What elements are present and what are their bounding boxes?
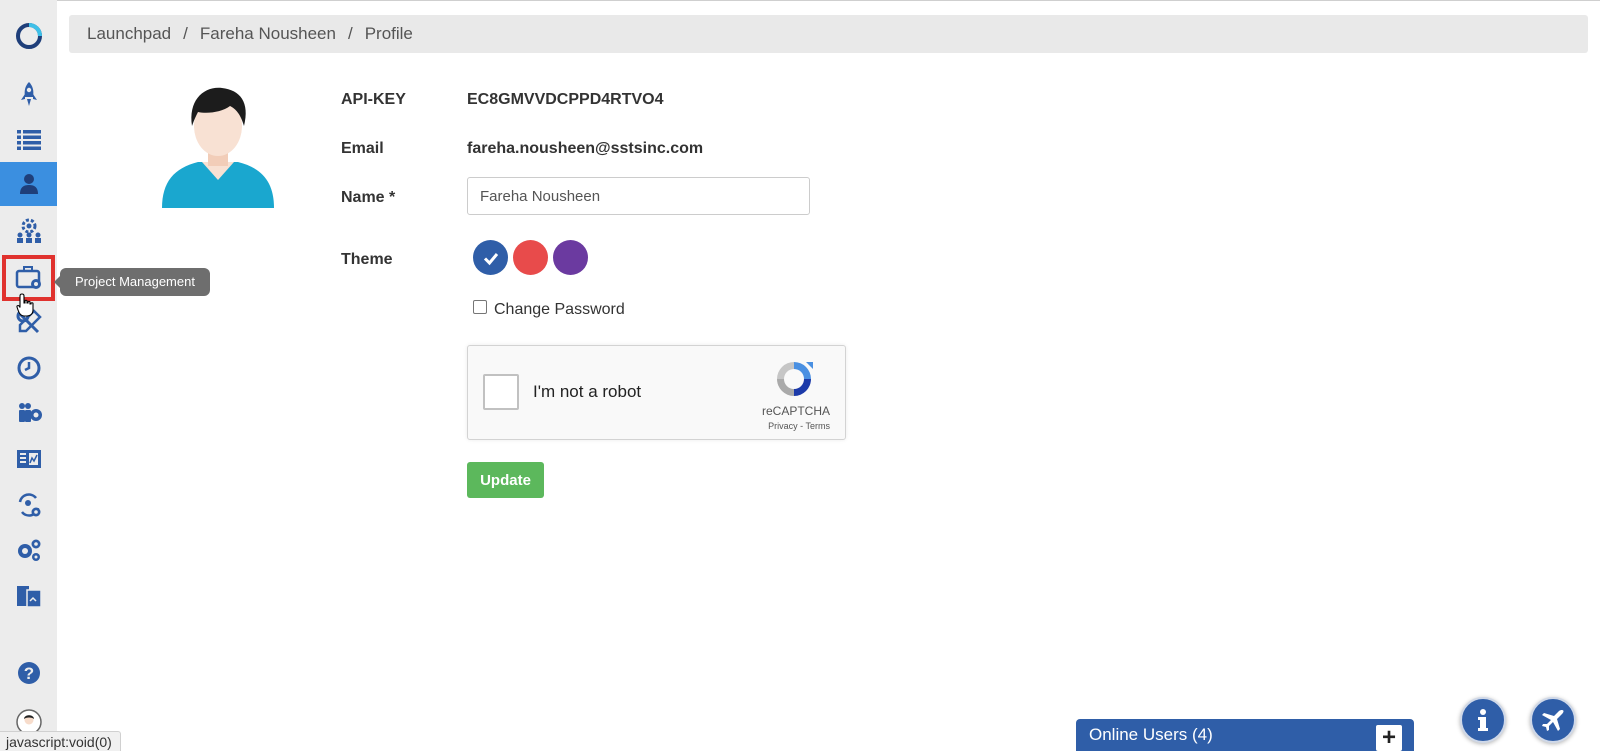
browser-status-bar: javascript:void(0)	[0, 731, 121, 751]
recaptcha-brand: reCAPTCHA	[761, 404, 830, 418]
recaptcha-label: I'm not a robot	[533, 382, 642, 401]
api-key-label: API-KEY	[341, 91, 406, 108]
change-password-checkbox[interactable]	[473, 300, 487, 314]
svg-text:?: ?	[23, 664, 33, 683]
user-icon[interactable]	[0, 162, 57, 206]
online-users-bar[interactable]: Online Users (4) +	[1076, 719, 1414, 751]
recaptcha-widget: I'm not a robot reCAPTCHA Privacy - Term…	[467, 345, 846, 440]
email-value: fareha.nousheen@sstsinc.com	[467, 140, 704, 157]
app-logo-icon[interactable]	[0, 14, 57, 58]
documents-icon[interactable]	[0, 574, 57, 618]
expand-plus-icon[interactable]: +	[1376, 725, 1402, 751]
top-border	[0, 0, 1600, 1]
api-key-value: EC8GMVVDCPPD4RTVO4	[467, 91, 664, 108]
change-password-label[interactable]: Change Password	[494, 301, 625, 319]
info-button[interactable]	[1460, 697, 1506, 743]
help-icon[interactable]: ?	[0, 651, 57, 695]
gears-icon[interactable]	[0, 528, 57, 572]
check-icon	[483, 252, 498, 265]
breadcrumb-launchpad[interactable]: Launchpad	[87, 24, 171, 44]
people-gear-icon[interactable]	[0, 391, 57, 435]
user-sync-icon[interactable]	[0, 483, 57, 527]
breadcrumb-separator: /	[347, 24, 353, 43]
change-password-row[interactable]: Change Password	[473, 300, 625, 319]
email-label: Email	[341, 140, 384, 157]
name-input[interactable]	[467, 177, 810, 215]
recaptcha-checkbox[interactable]	[483, 374, 519, 410]
plane-icon	[1542, 710, 1564, 731]
sidebar: ?	[0, 0, 57, 751]
theme-label: Theme	[341, 251, 393, 268]
rocket-icon[interactable]	[0, 72, 57, 116]
list-icon[interactable]	[0, 117, 57, 161]
name-label: Name *	[341, 189, 396, 206]
hand-cursor-icon	[16, 293, 34, 317]
theme-swatch-red[interactable]	[513, 240, 548, 275]
recaptcha-logo-icon	[777, 362, 813, 396]
profile-avatar	[162, 87, 274, 208]
breadcrumb-user[interactable]: Fareha Nousheen	[200, 24, 336, 44]
sidebar-tooltip: Project Management	[54, 268, 210, 296]
report-icon[interactable]	[0, 437, 57, 481]
breadcrumb: Launchpad / Fareha Nousheen / Profile	[69, 15, 1588, 53]
recaptcha-links[interactable]: Privacy - Terms	[768, 421, 830, 431]
team-settings-icon[interactable]	[0, 208, 57, 252]
breadcrumb-profile: Profile	[364, 24, 413, 43]
theme-swatch-blue[interactable]	[473, 240, 508, 275]
info-icon	[1478, 709, 1488, 731]
clock-icon[interactable]	[0, 346, 57, 390]
plane-button[interactable]	[1530, 697, 1576, 743]
update-button[interactable]: Update	[467, 462, 544, 498]
online-users-label: Online Users (4)	[1089, 725, 1213, 744]
breadcrumb-separator: /	[183, 24, 188, 43]
theme-swatch-purple[interactable]	[553, 240, 588, 275]
